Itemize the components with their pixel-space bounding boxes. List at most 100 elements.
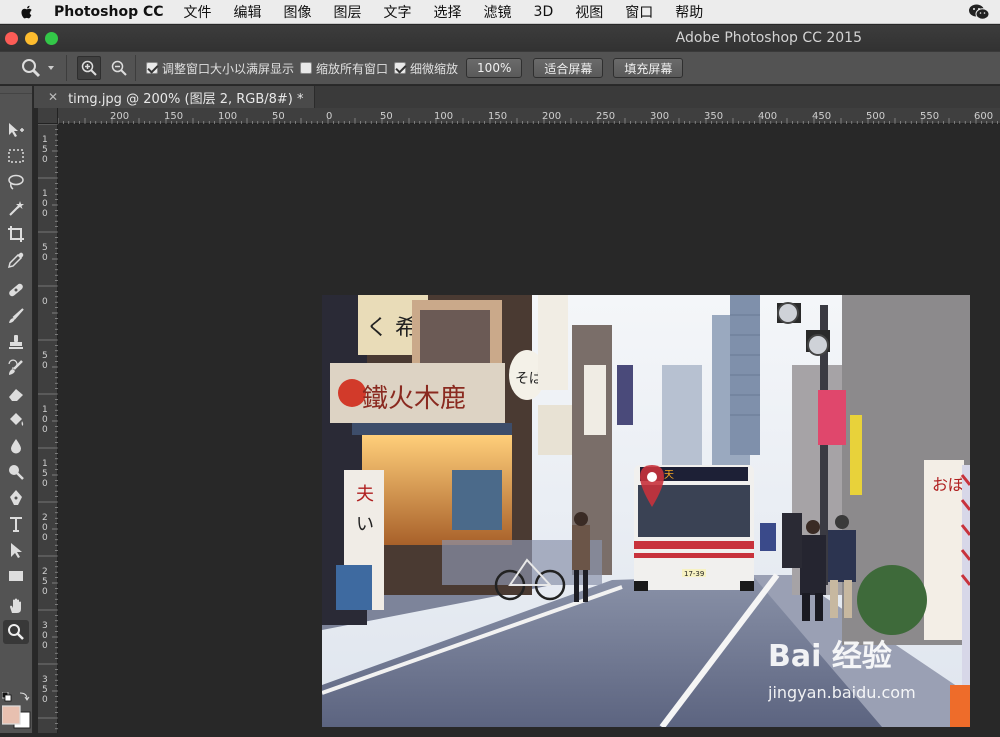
brush-tool[interactable] xyxy=(3,304,29,328)
type-tool[interactable] xyxy=(3,512,29,536)
lasso-tool[interactable] xyxy=(3,170,29,194)
checkbox-box[interactable] xyxy=(394,62,407,74)
ruler-label: 0 xyxy=(42,479,48,489)
eyedropper-tool[interactable] xyxy=(3,248,29,272)
resize-windows-label: 调整窗口大小以满屏显示 xyxy=(162,61,295,76)
menu-layer[interactable]: 图层 xyxy=(334,2,362,22)
zoom-100-button[interactable]: 100% xyxy=(466,58,523,78)
ruler-label: 5 xyxy=(42,145,48,155)
ruler-label: 0 xyxy=(42,209,48,219)
stamp-icon xyxy=(9,335,23,349)
wechat-icon[interactable] xyxy=(968,3,990,21)
zoom-in-icon xyxy=(81,60,97,76)
ruler-label: 500 xyxy=(866,111,885,122)
panel-grip[interactable] xyxy=(0,86,32,94)
ruler-label: 0 xyxy=(42,695,48,705)
zoom-tool-preset-icon[interactable] xyxy=(20,57,42,79)
eraser-icon xyxy=(9,389,23,401)
ruler-label: 250 xyxy=(596,111,615,122)
rectangle-tool[interactable] xyxy=(3,564,29,588)
menu-view[interactable]: 视图 xyxy=(575,2,603,22)
close-icon[interactable]: ✕ xyxy=(48,90,58,104)
menubar: Photoshop CC 文件 编辑 图像 图层 文字 选择 滤镜 3D 视图 … xyxy=(0,0,1000,24)
healing-brush-tool[interactable] xyxy=(3,278,29,302)
marquee-tool[interactable] xyxy=(3,144,29,168)
menu-type[interactable]: 文字 xyxy=(384,2,412,22)
apple-icon[interactable] xyxy=(18,3,36,21)
resize-windows-checkbox[interactable]: 调整窗口大小以满屏显示 xyxy=(146,60,294,77)
drop-icon xyxy=(11,439,21,454)
crop-tool[interactable] xyxy=(3,222,29,246)
checkbox-box[interactable] xyxy=(300,62,313,74)
vertical-ruler-scale: 15010050050100150200250300350 xyxy=(38,123,58,730)
fit-screen-button[interactable]: 适合屏幕 xyxy=(533,58,604,78)
maximize-window-button[interactable] xyxy=(45,31,58,45)
clone-stamp-tool[interactable] xyxy=(3,330,29,354)
move-tool[interactable] xyxy=(3,118,29,142)
eraser-tool[interactable] xyxy=(3,382,29,406)
ruler-label: 0 xyxy=(42,415,48,425)
path-selection-tool[interactable] xyxy=(3,538,29,562)
ruler-label: 2 xyxy=(42,513,48,523)
menu-app-name[interactable]: Photoshop CC xyxy=(54,4,164,20)
ruler-label: 5 xyxy=(42,243,48,253)
move-icon xyxy=(9,123,24,137)
close-window-button[interactable] xyxy=(5,31,18,45)
bus-display-text: 天 xyxy=(664,470,674,481)
document-tab[interactable]: ✕ timg.jpg @ 200% (图层 2, RGB/8#) * xyxy=(34,86,315,108)
paint-bucket-tool[interactable] xyxy=(3,408,29,432)
baidu-jingyan-watermark: Bai 经验 jingyan.baidu.com xyxy=(767,630,948,710)
type-icon xyxy=(10,517,22,532)
ruler-label: 200 xyxy=(542,111,561,122)
fill-screen-button[interactable]: 填充屏幕 xyxy=(613,58,684,78)
vertical-ruler[interactable]: 15010050050100150200250300350 xyxy=(38,123,58,733)
scrubby-zoom-label: 细微缩放 xyxy=(410,61,459,76)
crop-icon xyxy=(8,226,24,242)
ruler-label: 0 xyxy=(42,155,48,165)
ruler-label: 200 xyxy=(110,111,129,122)
bandage-icon xyxy=(9,283,23,297)
scrubby-zoom-checkbox[interactable]: 细微缩放 xyxy=(394,60,458,77)
menu-image[interactable]: 图像 xyxy=(284,2,312,22)
arrow-cursor-icon xyxy=(11,543,22,558)
menu-3d[interactable]: 3D xyxy=(534,4,554,20)
color-swatches[interactable] xyxy=(1,691,32,732)
ruler-label: 0 xyxy=(42,641,48,651)
ruler-label: 5 xyxy=(42,577,48,587)
menu-file[interactable]: 文件 xyxy=(184,2,212,22)
blur-tool[interactable] xyxy=(3,434,29,458)
ruler-label: 400 xyxy=(758,111,777,122)
zoom-all-windows-checkbox[interactable]: 缩放所有窗口 xyxy=(300,60,388,77)
minimize-window-button[interactable] xyxy=(25,31,38,45)
hand-tool[interactable] xyxy=(3,594,29,618)
zoom-tool[interactable] xyxy=(3,620,29,644)
watermark-url: jingyan.baidu.com xyxy=(768,683,916,702)
brush-icon xyxy=(9,308,24,323)
menu-select[interactable]: 选择 xyxy=(434,2,462,22)
ruler-label: 0 xyxy=(42,199,48,209)
ruler-label: 0 xyxy=(42,425,48,435)
menu-edit[interactable]: 编辑 xyxy=(234,2,262,22)
divider xyxy=(135,55,136,81)
document-tab-title: timg.jpg @ 200% (图层 2, RGB/8#) * xyxy=(68,91,304,107)
zoom-out-button[interactable] xyxy=(107,56,131,80)
horizontal-ruler[interactable]: 200 150 100 50 0 50 100 150 200 250 300 350 400 450 50… xyxy=(57,108,1000,124)
ruler-label: 150 xyxy=(488,111,507,122)
ruler-origin[interactable] xyxy=(38,108,58,124)
pen-tool[interactable] xyxy=(3,486,29,510)
divider xyxy=(66,55,67,81)
watermark-brand: Bai 经验 xyxy=(768,639,892,674)
ruler-label: 0 xyxy=(42,361,48,371)
dodge-tool[interactable] xyxy=(3,460,29,484)
chevron-down-icon[interactable] xyxy=(48,66,54,70)
menu-window[interactable]: 窗口 xyxy=(625,2,653,22)
zoom-in-button[interactable] xyxy=(77,56,101,80)
menu-help[interactable]: 帮助 xyxy=(675,2,703,22)
shop-sign-text: 鐵火木鹿 xyxy=(362,384,466,414)
checkbox-box[interactable] xyxy=(146,62,158,74)
ruler-label: 600 xyxy=(974,111,993,122)
quick-selection-tool[interactable] xyxy=(3,196,29,220)
history-brush-tool[interactable] xyxy=(3,356,29,380)
ruler-label: 100 xyxy=(218,111,237,122)
menu-filter[interactable]: 滤镜 xyxy=(484,2,512,22)
